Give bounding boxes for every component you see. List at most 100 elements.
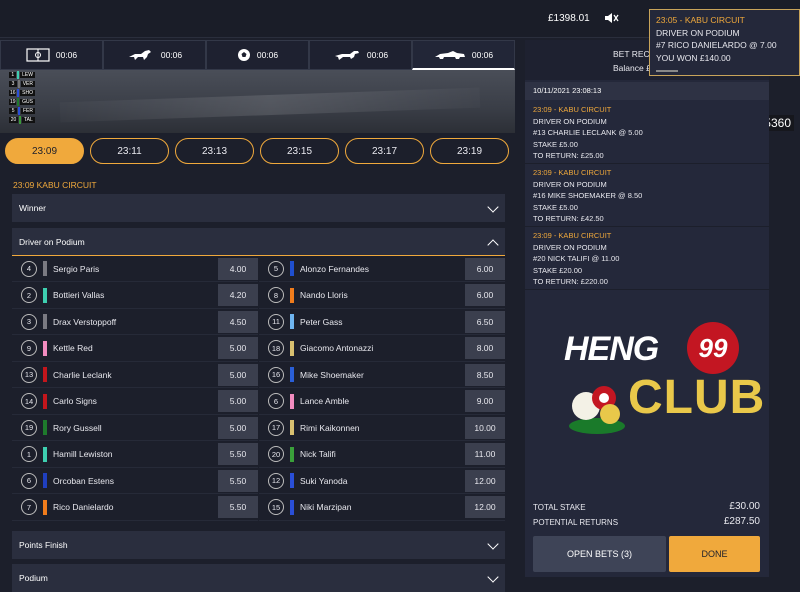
tab-soccer[interactable]: 00:06 xyxy=(0,40,103,70)
runner-number: 3 xyxy=(21,313,37,330)
runner-row: 7 Rico Danielardo 5.50 15 Niki Marzipan 12.00 xyxy=(12,495,505,522)
standings-position: 1 xyxy=(9,71,17,78)
tab-horse-racing[interactable]: 00:06 xyxy=(103,40,206,70)
standings-abbr: TAL xyxy=(22,116,35,123)
bet-receipt-date: 10/11/2021 23:08:13 xyxy=(525,82,769,100)
runner-row: 13 Charlie Leclank 5.00 16 Mike Shoemaker 8.5… xyxy=(12,362,505,389)
tab-greyhound[interactable]: 00:06 xyxy=(309,40,412,70)
tab-time: 00:06 xyxy=(256,50,279,60)
odds-button[interactable]: 5.00 xyxy=(218,363,258,386)
odds-button[interactable]: 5.50 xyxy=(218,443,258,465)
runner-number: 16 xyxy=(268,366,284,383)
tab-time: 00:06 xyxy=(471,49,494,60)
runner-selection: 17 Rimi Kaikonnen 10.00 xyxy=(259,415,505,441)
driver-color-swatch xyxy=(290,420,294,435)
odds-button[interactable]: 5.00 xyxy=(218,337,258,359)
slip-selection: #13 CHARLIE LECLANK @ 5.00 xyxy=(533,128,643,137)
odds-button[interactable]: 4.00 xyxy=(218,257,258,280)
slip-to-return: TO RETURN: £42.50 xyxy=(533,214,604,223)
football-icon xyxy=(237,49,250,61)
tab-motor-racing[interactable]: 00:06 xyxy=(412,40,515,70)
odds-button[interactable]: 6.50 xyxy=(465,310,505,333)
race-time-button[interactable]: 23:13 xyxy=(175,138,254,164)
runner-name: Sergio Paris xyxy=(53,263,100,274)
odds-button[interactable]: 12.00 xyxy=(465,469,505,492)
win-notification[interactable]: 23:05 - KABU CIRCUIT DRIVER ON PODIUM #7… xyxy=(649,9,800,76)
total-stake-label: TOTAL STAKE xyxy=(533,503,586,512)
odds-button[interactable]: 10.00 xyxy=(465,416,505,439)
driver-color-swatch xyxy=(43,261,47,276)
runner-name: Hamill Lewiston xyxy=(53,449,113,459)
runner-selection: 5 Alonzo Fernandes 6.00 xyxy=(259,256,505,282)
odds-button[interactable]: 12.00 xyxy=(465,496,505,518)
potential-returns-value: £287.50 xyxy=(723,516,760,527)
runner-number: 7 xyxy=(21,499,37,515)
market-label: Points Finish xyxy=(19,540,68,550)
odds-button[interactable]: 11.00 xyxy=(465,443,505,465)
runner-number: 19 xyxy=(21,419,37,436)
driver-color-swatch xyxy=(290,287,294,303)
market-winner[interactable]: Winner xyxy=(12,194,505,222)
standings-position: 3 xyxy=(9,80,17,87)
runner-name: Rimi Kaikonnen xyxy=(300,422,360,433)
runner-name: Giacomo Antonazzi xyxy=(300,343,374,353)
odds-button[interactable]: 5.50 xyxy=(218,496,258,518)
race-time-button[interactable]: 23:15 xyxy=(260,138,339,164)
runner-row: 14 Carlo Signs 5.00 6 Lance Amble 9.00 xyxy=(12,389,505,416)
mute-icon[interactable] xyxy=(603,10,619,26)
market-label: Winner xyxy=(19,203,46,213)
odds-button[interactable]: 5.50 xyxy=(218,469,258,492)
odds-button[interactable]: 6.00 xyxy=(465,284,505,306)
odds-button[interactable]: 6.00 xyxy=(465,257,505,280)
driver-color-swatch xyxy=(290,446,294,462)
standings-row: 1 LEW xyxy=(9,70,35,79)
runner-number: 15 xyxy=(268,499,284,515)
runner-name: Kettle Red xyxy=(53,343,93,353)
odds-button[interactable]: 5.00 xyxy=(218,390,258,412)
driver-color-swatch xyxy=(290,393,294,409)
team-color-swatch xyxy=(17,88,20,97)
odds-button[interactable]: 4.50 xyxy=(218,310,258,333)
standings-position: 20 xyxy=(9,116,18,123)
standings-abbr: VER xyxy=(20,80,35,87)
market-points-finish[interactable]: Points Finish xyxy=(12,531,505,559)
team-color-swatch xyxy=(17,97,20,106)
tab-football[interactable]: 00:06 xyxy=(206,40,309,70)
chevron-up-icon xyxy=(487,239,499,251)
race-time-button[interactable]: 23:19 xyxy=(430,138,509,164)
odds-button[interactable]: 8.50 xyxy=(465,363,505,386)
runner-selection: 3 Drax Verstoppoff 4.50 xyxy=(12,309,258,335)
race-time-button[interactable]: 23:17 xyxy=(345,138,424,164)
market-driver-on-podium[interactable]: Driver on Podium xyxy=(12,228,505,256)
standings-row: 5 FER xyxy=(9,106,35,115)
odds-button[interactable]: 9.00 xyxy=(465,390,505,412)
heng99-club-logo: HENG 99 CLUB xyxy=(560,318,775,438)
runner-selection: 15 Niki Marzipan 12.00 xyxy=(259,495,505,521)
done-button[interactable]: DONE xyxy=(669,536,760,572)
runner-number: 4 xyxy=(21,260,37,277)
race-time-button[interactable]: 23:09 xyxy=(5,138,84,164)
runner-row: 2 Bottieri Vallas 4.20 8 Nando Lloris 6.00 xyxy=(12,283,505,310)
runner-name: Suki Yanoda xyxy=(300,475,348,486)
runner-name: Peter Gass xyxy=(300,316,343,327)
odds-button[interactable]: 8.00 xyxy=(465,337,505,359)
runner-name: Nando Lloris xyxy=(300,290,348,300)
runner-row: 19 Rory Gussell 5.00 17 Rimi Kaikonnen 10.00 xyxy=(12,415,505,442)
odds-button[interactable]: 4.20 xyxy=(218,284,258,306)
slip-market: DRIVER ON PODIUM xyxy=(533,116,607,126)
runner-row: 6 Orcoban Estens 5.50 12 Suki Yanoda 12.00 xyxy=(12,468,505,495)
standings-row: 19 GUS xyxy=(9,97,35,106)
bet-slip: 23:09 - KABU CIRCUIT DRIVER ON PODIUM #1… xyxy=(525,102,769,164)
runner-name: Lance Amble xyxy=(300,396,350,406)
driver-color-swatch xyxy=(43,499,47,515)
runner-name: Orcoban Estens xyxy=(53,475,114,486)
market-podium[interactable]: Podium xyxy=(12,564,505,592)
race-time-button[interactable]: 23:11 xyxy=(90,138,169,164)
billiard-balls-icon xyxy=(569,386,625,434)
odds-button[interactable]: 5.00 xyxy=(218,416,258,439)
open-bets-button[interactable]: OPEN BETS (3) xyxy=(533,536,666,572)
slip-stake: STAKE £20.00 xyxy=(533,265,583,275)
runner-row: 1 Hamill Lewiston 5.50 20 Nick Talifi 11.00 xyxy=(12,442,505,469)
standings-position: 5 xyxy=(9,107,18,114)
market-label: Driver on Podium xyxy=(19,236,85,247)
